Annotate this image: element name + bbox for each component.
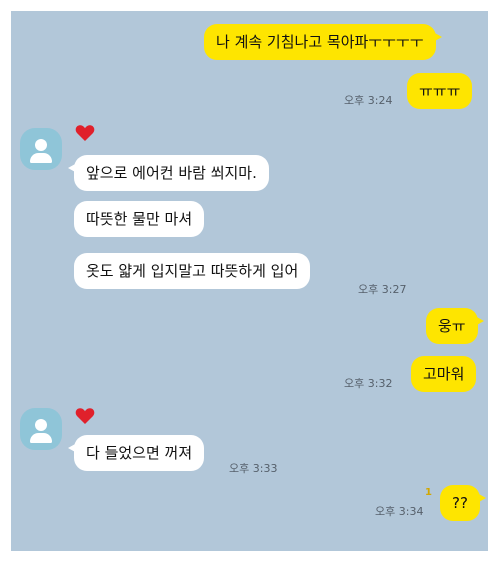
message-timestamp: 오후 3:24: [344, 94, 393, 107]
their-message-bubble[interactable]: 따뜻한 물만 마셔: [74, 201, 205, 237]
default-profile-icon: [35, 139, 47, 151]
unread-count: 1: [425, 487, 432, 498]
their-message-bubble[interactable]: 다 들었으면 꺼져: [67, 435, 205, 471]
heart-icon: [75, 125, 95, 141]
chat-room[interactable]: 나 계속 기침나고 목아파ㅜㅜㅜㅜ 오후 3:24 ㅠㅠㅠ 앞으로 에어컨 바람…: [11, 11, 488, 551]
message-timestamp: 오후 3:32: [344, 377, 393, 390]
their-message-bubble[interactable]: 앞으로 에어컨 바람 쐬지마.: [68, 155, 269, 191]
message-timestamp: 오후 3:27: [358, 283, 407, 296]
my-message-bubble[interactable]: 고마워: [411, 356, 477, 392]
my-message-bubble[interactable]: 나 계속 기침나고 목아파ㅜㅜㅜㅜ: [204, 24, 442, 60]
my-message-bubble[interactable]: 웅ㅠ: [426, 308, 484, 344]
their-message-bubble[interactable]: 옷도 얇게 입지말고 따뜻하게 입어: [74, 253, 311, 289]
profile-avatar[interactable]: [20, 128, 62, 170]
profile-avatar[interactable]: [20, 408, 62, 450]
default-profile-icon: [35, 419, 47, 431]
message-timestamp: 오후 3:34: [375, 505, 424, 518]
my-message-bubble[interactable]: ??: [440, 485, 486, 521]
message-timestamp: 오후 3:33: [229, 462, 278, 475]
heart-icon: [75, 408, 95, 424]
my-message-bubble[interactable]: ㅠㅠㅠ: [407, 73, 473, 109]
